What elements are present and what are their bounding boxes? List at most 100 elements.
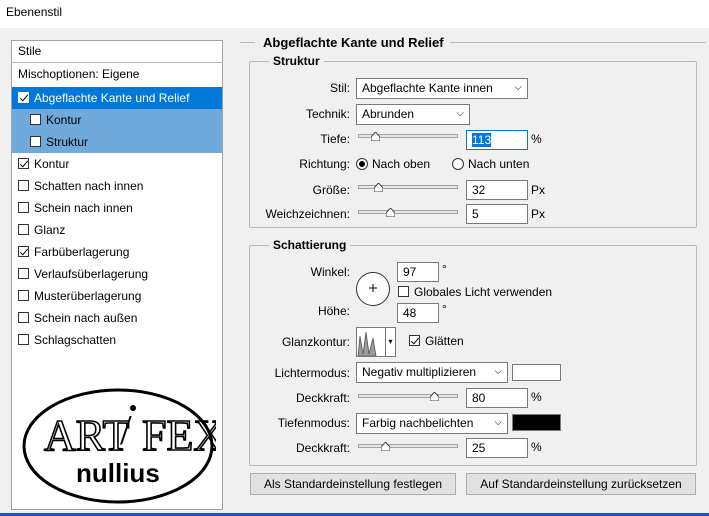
groesse-input[interactable]: 32: [466, 180, 528, 200]
slider-thumb[interactable]: [430, 392, 440, 401]
chevron-down-icon: ⌵: [514, 82, 522, 93]
deck1-unit: %: [531, 390, 542, 404]
title-bar: Ebenenstil: [0, 0, 709, 28]
stil-label: Stil:: [329, 81, 350, 95]
weich-input[interactable]: 5: [466, 204, 528, 224]
style-item[interactable]: Schein nach außen: [12, 307, 222, 329]
style-checkbox[interactable]: [18, 92, 29, 103]
licht-select[interactable]: Negativ multiplizieren ⌵: [356, 362, 508, 383]
style-item-label: Schatten nach innen: [34, 179, 144, 193]
slider-thumb[interactable]: [385, 208, 395, 217]
style-checkbox[interactable]: [18, 312, 29, 323]
tiefe-input[interactable]: 113: [466, 130, 528, 150]
tiefen-select-value: Farbig nachbelichten: [362, 416, 474, 430]
style-checkbox[interactable]: [18, 224, 29, 235]
richtung-up-option[interactable]: Nach oben: [356, 157, 430, 171]
winkel-label: Winkel:: [310, 265, 350, 279]
richtung-up-label: Nach oben: [372, 157, 431, 171]
deck2-unit: %: [531, 440, 542, 454]
logo-nullius-text: nullius: [76, 458, 160, 488]
style-item[interactable]: Schatten nach innen: [12, 175, 222, 197]
style-checkbox[interactable]: [18, 334, 29, 345]
tiefe-slider[interactable]: [358, 132, 458, 141]
style-item[interactable]: Glanz: [12, 219, 222, 241]
glanz-label: Glanzkontur:: [281, 335, 350, 349]
style-item-label: Verlaufsüberlagerung: [34, 267, 149, 281]
style-checkbox[interactable]: [30, 136, 41, 147]
angle-dial[interactable]: [356, 272, 390, 306]
styles-list-panel: Stile Mischoptionen: Eigene Abgeflachte K…: [11, 40, 223, 510]
chevron-down-icon[interactable]: ▾: [385, 328, 395, 356]
reset-default-button[interactable]: Auf Standardeinstellung zurücksetzen: [466, 473, 696, 495]
style-item-label: Schein nach innen: [34, 201, 133, 215]
style-checkbox[interactable]: [18, 246, 29, 257]
style-checkbox[interactable]: [30, 114, 41, 125]
slider-thumb[interactable]: [370, 132, 380, 141]
licht-select-value: Negativ multiplizieren: [362, 365, 477, 379]
gloss-contour-picker[interactable]: ▾: [356, 327, 396, 357]
structure-title: Struktur: [269, 54, 324, 68]
slider-thumb[interactable]: [374, 183, 384, 192]
style-item[interactable]: Musterüberlagerung: [12, 285, 222, 307]
groesse-label: Größe:: [312, 183, 350, 197]
style-checkbox[interactable]: [18, 268, 29, 279]
style-item-label: Schein nach außen: [34, 311, 138, 325]
richtung-down-option[interactable]: Nach unten: [452, 157, 529, 171]
style-item[interactable]: Struktur: [12, 131, 222, 153]
style-item[interactable]: Schein nach innen: [12, 197, 222, 219]
style-item-label: Mischoptionen: Eigene: [18, 67, 140, 81]
style-checkbox[interactable]: [18, 158, 29, 169]
weich-slider[interactable]: [358, 208, 458, 217]
style-checkbox[interactable]: [18, 202, 29, 213]
global-light-option[interactable]: Globales Licht verwenden: [398, 285, 552, 299]
style-item[interactable]: Verlaufsüberlagerung: [12, 263, 222, 285]
style-item-label: Kontur: [46, 113, 82, 127]
style-item[interactable]: Abgeflachte Kante und Relief: [12, 87, 222, 109]
deck2-label: Deckkraft:: [295, 441, 350, 455]
richtung-down-label: Nach unten: [468, 157, 530, 171]
radio-up[interactable]: [356, 158, 368, 170]
style-item[interactable]: Kontur: [12, 153, 222, 175]
technik-select[interactable]: Abrunden ⌵: [356, 104, 470, 125]
style-item[interactable]: Mischoptionen: Eigene: [12, 63, 222, 85]
shadow-color-swatch[interactable]: [512, 414, 561, 431]
technik-select-value: Abrunden: [362, 107, 415, 121]
styles-header[interactable]: Stile: [12, 41, 222, 63]
deck2-slider[interactable]: [358, 442, 458, 451]
style-checkbox[interactable]: [18, 290, 29, 301]
glaetten-checkbox[interactable]: [409, 335, 420, 346]
stil-select-value: Abgeflachte Kante innen: [362, 81, 493, 95]
chevron-down-icon: ⌵: [456, 108, 464, 119]
slider-thumb[interactable]: [381, 442, 391, 451]
global-light-checkbox[interactable]: [398, 286, 409, 297]
hoehe-unit: °: [442, 302, 447, 316]
style-item[interactable]: Schlagschatten: [12, 329, 222, 351]
winkel-input[interactable]: 97: [397, 262, 439, 282]
deck1-slider[interactable]: [358, 392, 458, 401]
tiefe-label: Tiefe:: [320, 132, 350, 146]
style-item[interactable]: Farbüberlagerung: [12, 241, 222, 263]
highlight-color-swatch[interactable]: [512, 364, 561, 381]
hoehe-input[interactable]: 48: [397, 303, 439, 323]
set-default-button[interactable]: Als Standardeinstellung festlegen: [250, 473, 456, 495]
deck1-input[interactable]: 80: [466, 388, 528, 408]
shading-title: Schattierung: [269, 238, 351, 252]
deck1-label: Deckkraft:: [295, 391, 350, 405]
glaetten-option[interactable]: Glätten: [409, 334, 464, 348]
hoehe-value: 48: [403, 306, 417, 320]
style-item-label: Schlagschatten: [34, 333, 117, 347]
radio-down[interactable]: [452, 158, 464, 170]
tiefen-label: Tiefenmodus:: [277, 416, 350, 430]
artifex-logo: ART / FEX nullius: [22, 388, 216, 504]
style-checkbox[interactable]: [18, 180, 29, 191]
stil-select[interactable]: Abgeflachte Kante innen ⌵: [356, 78, 528, 99]
groesse-value: 32: [472, 183, 486, 197]
deck2-input[interactable]: 25: [466, 438, 528, 458]
style-item-label: Glanz: [34, 223, 66, 237]
glaetten-label: Glätten: [425, 334, 464, 348]
style-item[interactable]: Kontur: [12, 109, 222, 131]
bevel-title: Abgeflachte Kante und Relief: [259, 35, 448, 50]
groesse-slider[interactable]: [358, 183, 458, 192]
weich-unit: Px: [531, 207, 546, 221]
tiefen-select[interactable]: Farbig nachbelichten ⌵: [356, 413, 508, 434]
